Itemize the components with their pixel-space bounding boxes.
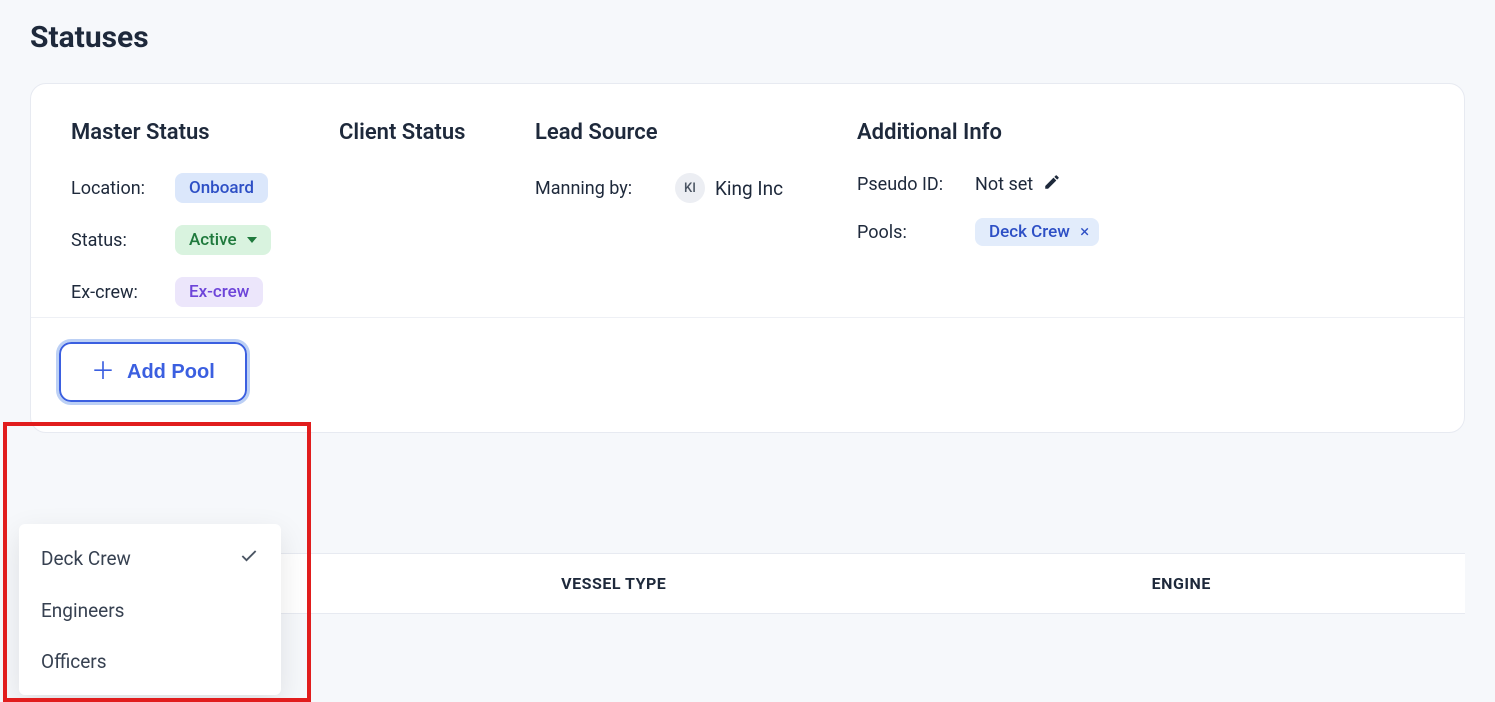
location-badge[interactable]: Onboard bbox=[175, 173, 268, 203]
status-badge-text: Active bbox=[189, 230, 237, 250]
edit-icon[interactable] bbox=[1043, 173, 1061, 196]
lead-source-column: Lead Source Manning by: KI King Inc bbox=[535, 120, 857, 307]
pools-label: Pools: bbox=[857, 222, 975, 243]
pool-option-officers[interactable]: Officers bbox=[19, 636, 281, 687]
additional-info-column: Additional Info Pseudo ID: Not set Pools… bbox=[857, 120, 1424, 307]
pool-option-label: Engineers bbox=[41, 599, 124, 622]
table-header-vessel-type[interactable]: VESSEL TYPE bbox=[330, 574, 898, 593]
pool-option-label: Deck Crew bbox=[41, 547, 131, 570]
pool-option-deck-crew[interactable]: Deck Crew bbox=[19, 532, 281, 585]
status-badge[interactable]: Active bbox=[175, 225, 271, 255]
pool-tag[interactable]: Deck Crew × bbox=[975, 218, 1099, 246]
status-label: Status: bbox=[71, 230, 175, 251]
lead-source-heading: Lead Source bbox=[535, 120, 857, 145]
additional-info-heading: Additional Info bbox=[857, 120, 1424, 145]
plus-icon: ＋ bbox=[91, 360, 115, 384]
excrew-label: Ex-crew: bbox=[71, 282, 175, 303]
manning-avatar: KI bbox=[675, 173, 705, 203]
excrew-badge[interactable]: Ex-crew bbox=[175, 277, 263, 307]
chevron-down-icon bbox=[247, 237, 257, 243]
table-header-engine[interactable]: ENGINE bbox=[898, 574, 1466, 593]
pseudo-id-value: Not set bbox=[975, 174, 1033, 195]
divider bbox=[31, 317, 1464, 318]
pool-option-engineers[interactable]: Engineers bbox=[19, 585, 281, 636]
location-label: Location: bbox=[71, 178, 175, 199]
statuses-card: Master Status Location: Onboard Status: … bbox=[30, 83, 1465, 433]
pool-tag-remove-icon[interactable]: × bbox=[1080, 222, 1089, 242]
add-pool-dropdown: Deck Crew Engineers Officers bbox=[19, 524, 281, 695]
check-icon bbox=[239, 546, 259, 571]
master-status-heading: Master Status bbox=[71, 120, 339, 145]
pseudo-id-label: Pseudo ID: bbox=[857, 174, 975, 195]
pool-tag-text: Deck Crew bbox=[989, 222, 1070, 242]
client-status-column: Client Status bbox=[339, 120, 535, 307]
pool-option-label: Officers bbox=[41, 650, 107, 673]
client-status-heading: Client Status bbox=[339, 120, 535, 145]
master-status-column: Master Status Location: Onboard Status: … bbox=[71, 120, 339, 307]
page-title: Statuses bbox=[30, 20, 1465, 55]
add-pool-button[interactable]: ＋ Add Pool bbox=[59, 342, 247, 402]
manning-name: King Inc bbox=[715, 177, 783, 200]
manning-by-label: Manning by: bbox=[535, 178, 675, 199]
add-pool-button-label: Add Pool bbox=[127, 361, 215, 384]
